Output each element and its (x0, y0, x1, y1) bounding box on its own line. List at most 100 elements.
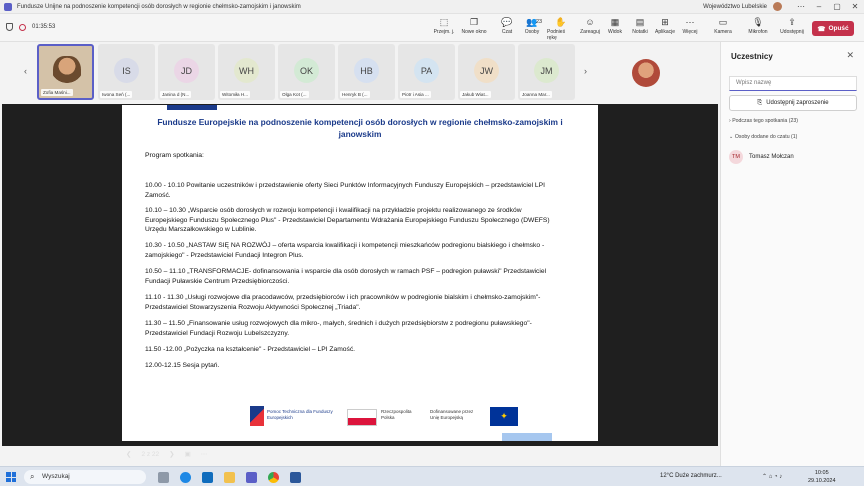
participants-panel: Uczestnicy ✕ Wpisz nazwę ⎘ Udostępnij za… (720, 42, 864, 466)
apps-icon: ⊞ (661, 16, 669, 27)
grid-view-icon[interactable]: ▣ (185, 450, 191, 458)
leave-button[interactable]: ☎ Opuść (812, 21, 854, 36)
section-chat-members[interactable]: ⌄ Osoby dodane do czatu (1) (729, 134, 797, 140)
account-avatar[interactable] (773, 2, 782, 11)
section-in-meeting[interactable]: › Podczas tego spotkania (23) (729, 118, 798, 124)
slide-accent-bottom (502, 433, 552, 441)
previous-slide-icon[interactable]: ❮ (126, 450, 131, 458)
camera-icon: ▭ (718, 16, 728, 27)
notes-button[interactable]: ▤ Notatki (626, 16, 654, 36)
clock-time: 10:05 (814, 470, 829, 476)
recording-icon (19, 23, 26, 31)
participant-search-input[interactable]: Wpisz nazwę (729, 76, 857, 91)
slide-title: Fundusze Europejskie na podnoszenie komp… (157, 117, 563, 139)
chevron-left-icon[interactable]: ‹ (24, 66, 27, 76)
meeting-toolbar: 01:35:53 ⬚ Przejm. j. ❐ Nowe okno 💬 Czat 👥 O… (0, 14, 864, 42)
participant-tile[interactable]: Zofia Maśni... (37, 44, 94, 100)
chrome-icon[interactable] (268, 472, 279, 483)
agenda-item: 11.50 -12.00 „Pożyczka na kształcenie" -… (145, 346, 356, 353)
close-icon[interactable]: ✕ (846, 2, 864, 11)
emoji-icon: ☺ (585, 17, 595, 27)
agenda-item: 10.10 – 10.30 „Wsparcie osób dorosłych w… (145, 207, 550, 234)
participant-name: Tomasz Mołczan (749, 154, 794, 160)
participant-tile[interactable]: HB Henryk B (... (338, 44, 395, 100)
agenda-item: 12.00-12.15 Sesja pytań. (145, 362, 220, 369)
slide: Fundusze Europejskie na podnoszenie komp… (122, 105, 598, 441)
more-options-icon[interactable]: ⋯ (201, 450, 208, 458)
participant-list-item[interactable]: TM Tomasz Mołczan (729, 150, 794, 164)
participant-tile[interactable]: JD Janina d (N... (158, 44, 215, 100)
edge-icon[interactable] (180, 472, 191, 483)
share-button[interactable]: ⇪ Udostępnij (778, 16, 806, 36)
more-options-icon[interactable]: ⋯ (792, 2, 810, 11)
minimize-icon[interactable]: – (810, 2, 828, 11)
fe-logo (250, 406, 264, 426)
participant-tile[interactable]: PA Piotr i Asia ... (398, 44, 455, 100)
poland-flag (347, 409, 377, 426)
fe-logo-text: Pomoc Techniczna dla Funduszy Europejski… (267, 409, 333, 420)
taskbar-clock[interactable]: 10:05 29.10.2024 (808, 469, 836, 485)
participants-strip: ‹ Zofia Maśni... IS Iwona Seń (... JD Ja… (0, 42, 720, 102)
microphone-button[interactable]: 🎙 Mikrofon (744, 16, 772, 36)
eu-flag: ✦ (490, 407, 518, 426)
file-explorer-icon[interactable] (224, 472, 235, 483)
share-icon: ⇪ (788, 16, 796, 27)
chevron-down-icon: ⌄ (729, 134, 734, 140)
participant-avatar[interactable] (632, 59, 660, 87)
camera-button[interactable]: ▭ Kamera (709, 16, 737, 36)
pl-logo-text: Rzeczpospolita Polska (381, 409, 412, 420)
organization-label[interactable]: Województwo Lubelskie (703, 4, 767, 10)
more-icon: ⋯ (685, 16, 695, 27)
panel-title: Uczestnicy (731, 52, 773, 61)
slide-controls: ❮ 2 z 22 ❯ ▣ ⋯ (126, 448, 207, 460)
system-tray-icons[interactable]: ⌃ ⌂ ◔ ♪ (762, 473, 782, 480)
participant-tile[interactable]: WH Witomiła H... (218, 44, 275, 100)
slide-counter: 2 z 22 (141, 450, 160, 458)
react-button[interactable]: ☺ Zareaguj (576, 17, 604, 35)
word-icon[interactable] (290, 472, 301, 483)
weather-widget[interactable]: 12°C Duże zachmurz... (660, 473, 722, 479)
outlook-icon[interactable] (202, 472, 213, 483)
maximize-icon[interactable]: ▢ (828, 2, 846, 11)
more-button[interactable]: ⋯ Więcej (676, 16, 704, 36)
take-control-button[interactable]: ⬚ Przejm. j. (430, 16, 458, 36)
windows-taskbar: ⌕ Wyszukaj 12°C Duże zachmurz... ⌃ ⌂ ◔ ♪… (0, 466, 864, 486)
window-title: Fundusze Unijne na podnoszenie kompetenc… (17, 3, 301, 10)
agenda-item: 10.50 – 11.10 „TRANSFORMACJE- dofinansow… (145, 268, 547, 285)
mic-icon: 🎙 (752, 16, 764, 27)
agenda-label: Program spotkania: (145, 152, 204, 159)
participant-tile[interactable]: IS Iwona Seń (... (98, 44, 155, 100)
notes-icon: ▤ (635, 16, 645, 27)
chat-button[interactable]: 💬 Czat (493, 16, 521, 36)
title-bar: Fundusze Unijne na podnoszenie kompetenc… (0, 0, 864, 14)
shield-icon[interactable] (6, 23, 13, 31)
avatar: TM (729, 150, 743, 164)
hand-icon: ✋ (555, 16, 567, 27)
participant-tile[interactable]: JM Joanna Mar... (518, 44, 575, 100)
people-button[interactable]: 👥 Osoby 23 (518, 17, 546, 36)
funding-logos: Pomoc Techniczna dla Funduszy Europejski… (250, 403, 520, 429)
new-window-button[interactable]: ❐ Nowe okno (460, 16, 488, 36)
chat-icon: 💬 (501, 16, 513, 27)
participant-tile[interactable]: OK Olga Kot (... (278, 44, 335, 100)
taskbar-search[interactable]: ⌕ Wyszukaj (24, 470, 146, 484)
agenda-item: 10.30 - 10.50 „NASTAW SIĘ NA ROZWÓJ – of… (145, 242, 545, 259)
participant-tile[interactable]: JW Jakub Wiat... (458, 44, 515, 100)
chevron-right-icon[interactable]: › (584, 66, 587, 76)
raise-hand-button[interactable]: ✋ Podnieś rękę (547, 16, 575, 42)
next-slide-icon[interactable]: ❯ (169, 450, 174, 458)
phone-icon: ☎ (817, 25, 826, 33)
cursor-icon: ⬚ (439, 16, 449, 27)
window-icon: ❐ (469, 16, 479, 27)
participant-video (53, 56, 81, 90)
view-button[interactable]: ▦ Widok (601, 17, 629, 36)
agenda-item: 11.10 - 11.30 „Usługi rozwojowe dla prac… (145, 294, 541, 311)
share-invite-button[interactable]: ⎘ Udostępnij zaproszenie (729, 95, 857, 111)
task-view-icon[interactable] (158, 472, 169, 483)
apps-button[interactable]: ⊞ Aplikacje (651, 16, 679, 36)
windows-start-icon[interactable] (6, 472, 16, 482)
teams-app-icon (4, 2, 12, 11)
close-panel-icon[interactable]: ✕ (846, 50, 854, 61)
teams-icon[interactable] (246, 472, 257, 483)
slide-accent-top (167, 105, 217, 110)
